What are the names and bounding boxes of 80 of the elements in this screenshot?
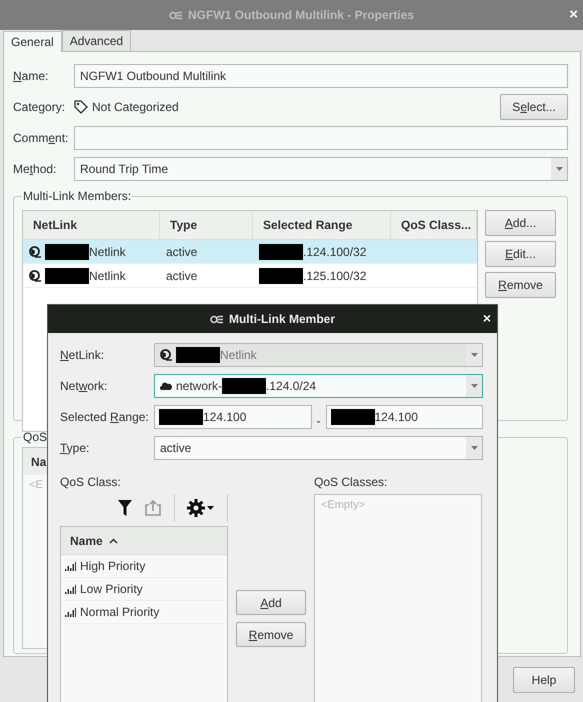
logo-icon	[210, 314, 224, 324]
close-button[interactable]: ×	[482, 310, 491, 326]
comment-field[interactable]	[74, 126, 568, 150]
method-dropdown[interactable]: Round Trip Time	[74, 157, 568, 181]
range-text: 124.100	[203, 410, 246, 424]
table-cell: active	[166, 244, 198, 258]
column-header[interactable]: NetLink	[23, 211, 160, 239]
field-label: Name:	[13, 69, 50, 83]
empty-placeholder: <Empty>	[320, 498, 366, 513]
empty-placeholder: <E	[28, 478, 44, 493]
redaction-bar	[259, 244, 303, 260]
redaction-bar	[45, 268, 89, 284]
field-label: Type:	[60, 441, 90, 455]
range-text: 124.100	[374, 410, 418, 424]
name-field[interactable]: NGFW1 Outbound Multilink	[74, 64, 568, 88]
category-value: Not Categorized	[92, 100, 179, 114]
member-button[interactable]: Remove	[485, 272, 556, 298]
help-button[interactable]: Help	[513, 666, 575, 692]
list-item[interactable]: Normal Priority	[61, 601, 227, 624]
bar-chart-icon	[65, 607, 76, 617]
netlink-name: Netlink	[220, 348, 257, 362]
table-row[interactable]: Netlink active .125.100/32	[23, 264, 477, 288]
member-button[interactable]: Edit...	[485, 241, 556, 267]
group-title: QoS	[22, 430, 48, 444]
table-row[interactable]: Netlink active .124.100/32	[23, 240, 477, 264]
network-name: network-	[176, 379, 222, 393]
field-label: Selected Range:	[60, 410, 150, 424]
type-dropdown[interactable]: active	[154, 436, 483, 460]
group-title: Multi-Link Members:	[22, 189, 132, 203]
field-label: Method:	[13, 162, 58, 176]
bar-chart-icon	[65, 584, 76, 594]
range-start-field[interactable]: 124.100	[154, 405, 312, 429]
range-text: .124.100/32	[303, 244, 366, 258]
bar-chart-icon	[65, 561, 76, 571]
redaction-bar	[45, 244, 89, 260]
tab[interactable]: General	[3, 31, 62, 52]
column-header[interactable]: Name	[70, 534, 103, 548]
window-title: NGFW1 Outbound Multilink - Properties	[188, 8, 414, 22]
redaction-bar	[259, 268, 303, 284]
sort-ascending-icon	[108, 538, 118, 544]
field-label: Comment:	[13, 131, 70, 145]
dropdown-arrow-icon	[470, 353, 478, 357]
redaction-bar	[222, 378, 266, 394]
dropdown-arrow-icon	[470, 446, 478, 450]
list-item[interactable]: Low Priority	[61, 578, 227, 601]
column-header[interactable]: Selected Range	[253, 211, 391, 239]
tab[interactable]: Advanced	[62, 30, 132, 51]
netlink-name: Netlink	[89, 268, 126, 282]
settings-icon[interactable]	[187, 499, 215, 517]
dropdown-arrow-icon	[556, 167, 562, 171]
redaction-bar	[159, 409, 203, 425]
netlink-name: Netlink	[89, 244, 126, 258]
tag-icon	[74, 100, 88, 114]
range-text: .125.100/32	[303, 268, 366, 282]
list-item[interactable]: High Priority	[61, 555, 227, 578]
field-label: Category:	[13, 100, 66, 114]
network-name: .124.0/24	[266, 379, 316, 393]
range-end-field[interactable]: 124.100	[326, 405, 483, 429]
field-label: NetLink:	[60, 348, 106, 362]
redaction-bar	[176, 347, 220, 363]
close-button[interactable]: ×	[569, 6, 578, 23]
redaction-bar	[330, 409, 374, 425]
dropdown-arrow-icon	[470, 384, 478, 388]
section-label: QoS Classes:	[314, 475, 388, 489]
column-header[interactable]: Type	[160, 211, 253, 239]
column-header[interactable]: QoS Class...	[391, 211, 477, 239]
cloud-icon	[160, 382, 172, 390]
select-button[interactable]: Select...	[500, 94, 568, 120]
column-header[interactable]: Na	[31, 454, 46, 468]
member-button[interactable]: Add...	[485, 210, 556, 236]
dialog-title: Multi-Link Member	[228, 312, 335, 326]
section-label: QoS Class:	[60, 475, 122, 489]
range-separator: -	[316, 413, 320, 428]
field-label: Network:	[60, 379, 108, 393]
transfer-button[interactable]: Add	[236, 590, 306, 615]
table-cell: active	[166, 268, 198, 282]
filter-icon[interactable]	[118, 500, 132, 516]
logo-icon	[169, 10, 183, 20]
transfer-button[interactable]: Remove	[236, 622, 306, 647]
network-dropdown[interactable]: network- .124.0/24	[154, 374, 483, 398]
